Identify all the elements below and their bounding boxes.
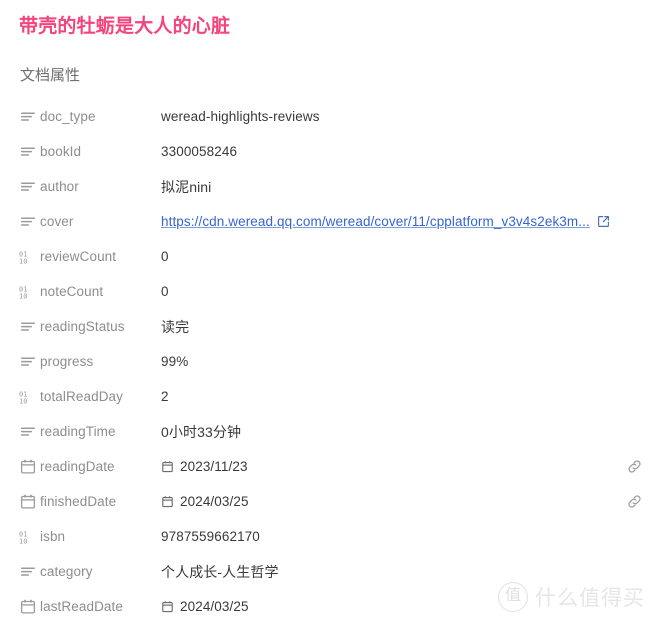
date-text: 2023/11/23 xyxy=(180,459,248,474)
property-label: author xyxy=(40,179,79,194)
property-row-cover[interactable]: cover https://cdn.weread.qq.com/weread/co… xyxy=(0,204,659,239)
calendar-icon xyxy=(19,598,36,615)
property-row-finisheddate[interactable]: finishedDate 2024/03/25 xyxy=(0,484,659,519)
chain-link-icon[interactable] xyxy=(625,493,643,511)
property-label: readingStatus xyxy=(40,319,125,334)
property-label: finishedDate xyxy=(40,494,117,509)
date-value-wrapper[interactable]: 2023/11/23 xyxy=(161,459,248,474)
property-row-category[interactable]: category 个人成长-人生哲学 xyxy=(0,554,659,589)
property-value[interactable]: 99% xyxy=(161,354,633,369)
section-heading-document-properties: 文档属性 xyxy=(20,67,81,84)
property-label: readingDate xyxy=(40,459,115,474)
number-icon: 01 10 xyxy=(19,283,36,300)
property-value[interactable]: 3300058246 xyxy=(161,144,633,159)
property-value[interactable]: https://cdn.weread.qq.com/weread/cover/1… xyxy=(161,214,633,229)
property-label: category xyxy=(40,564,93,579)
property-row-isbn[interactable]: 01 10 isbn 9787559662170 xyxy=(0,519,659,554)
property-label: bookId xyxy=(40,144,82,159)
number-icon: 01 10 xyxy=(19,248,36,265)
text-lines-icon xyxy=(19,108,36,125)
calendar-icon xyxy=(19,458,36,475)
property-row-readingstatus[interactable]: readingStatus 读完 xyxy=(0,309,659,344)
calendar-mini-icon xyxy=(161,460,174,473)
svg-text:10: 10 xyxy=(19,292,27,299)
svg-text:10: 10 xyxy=(19,397,27,404)
property-row-bookid[interactable]: bookId 3300058246 xyxy=(0,134,659,169)
property-value[interactable]: 个人成长-人生哲学 xyxy=(161,562,633,582)
property-value[interactable]: 0小时33分钟 xyxy=(161,422,633,442)
property-row-lastreaddate[interactable]: lastReadDate 2024/03/25 xyxy=(0,589,659,624)
property-label: isbn xyxy=(40,529,66,544)
property-label: readingTime xyxy=(40,424,116,439)
property-value[interactable]: 0 xyxy=(161,284,633,299)
property-row-progress[interactable]: progress 99% xyxy=(0,344,659,379)
text-lines-icon xyxy=(19,563,36,580)
text-lines-icon xyxy=(19,178,36,195)
property-row-author[interactable]: author 拟泥nini xyxy=(0,169,659,204)
calendar-mini-icon xyxy=(161,495,174,508)
calendar-mini-icon xyxy=(161,600,174,613)
property-value[interactable]: 0 xyxy=(161,249,633,264)
property-row-reviewcount[interactable]: 01 10 reviewCount 0 xyxy=(0,239,659,274)
property-value[interactable]: 2 xyxy=(161,389,633,404)
date-text: 2024/03/25 xyxy=(180,599,249,614)
property-value[interactable]: 拟泥nini xyxy=(161,177,633,197)
text-lines-icon xyxy=(19,143,36,160)
text-lines-icon xyxy=(19,213,36,230)
property-value[interactable]: weread-highlights-reviews xyxy=(161,109,633,124)
number-icon: 01 10 xyxy=(19,528,36,545)
document-properties-list: doc_type weread-highlights-reviews bookId 3… xyxy=(0,99,659,624)
property-value[interactable]: 9787559662170 xyxy=(161,529,633,544)
date-value-wrapper[interactable]: 2024/03/25 xyxy=(161,599,249,614)
text-lines-icon xyxy=(19,423,36,440)
property-value[interactable]: 2024/03/25 xyxy=(161,599,633,614)
date-text: 2024/03/25 xyxy=(180,494,249,509)
external-link-icon[interactable] xyxy=(597,215,610,228)
property-row-readingdate[interactable]: readingDate 2023/11/23 xyxy=(0,449,659,484)
property-value[interactable]: 2024/03/25 xyxy=(161,494,633,509)
date-value-wrapper[interactable]: 2024/03/25 xyxy=(161,494,249,509)
property-label: doc_type xyxy=(40,109,96,124)
cover-url-link[interactable]: https://cdn.weread.qq.com/weread/cover/1… xyxy=(161,214,590,229)
property-value[interactable]: 读完 xyxy=(161,317,633,337)
property-label: lastReadDate xyxy=(40,599,123,614)
property-row-doc_type[interactable]: doc_type weread-highlights-reviews xyxy=(0,99,659,134)
property-label: noteCount xyxy=(40,284,104,299)
property-label: progress xyxy=(40,354,94,369)
calendar-icon xyxy=(19,493,36,510)
property-value[interactable]: 2023/11/23 xyxy=(161,459,633,474)
property-label: reviewCount xyxy=(40,249,117,264)
svg-text:10: 10 xyxy=(19,537,27,544)
property-label: cover xyxy=(40,214,74,229)
text-lines-icon xyxy=(19,318,36,335)
number-icon: 01 10 xyxy=(19,388,36,405)
property-label: totalReadDay xyxy=(40,389,123,404)
svg-text:10: 10 xyxy=(19,257,27,264)
property-row-notecount[interactable]: 01 10 noteCount 0 xyxy=(0,274,659,309)
property-row-totalreadday[interactable]: 01 10 totalReadDay 2 xyxy=(0,379,659,414)
text-lines-icon xyxy=(19,353,36,370)
page-title: 带壳的牡蛎是大人的心脏 xyxy=(19,16,231,37)
chain-link-icon[interactable] xyxy=(625,458,643,476)
property-row-readingtime[interactable]: readingTime 0小时33分钟 xyxy=(0,414,659,449)
